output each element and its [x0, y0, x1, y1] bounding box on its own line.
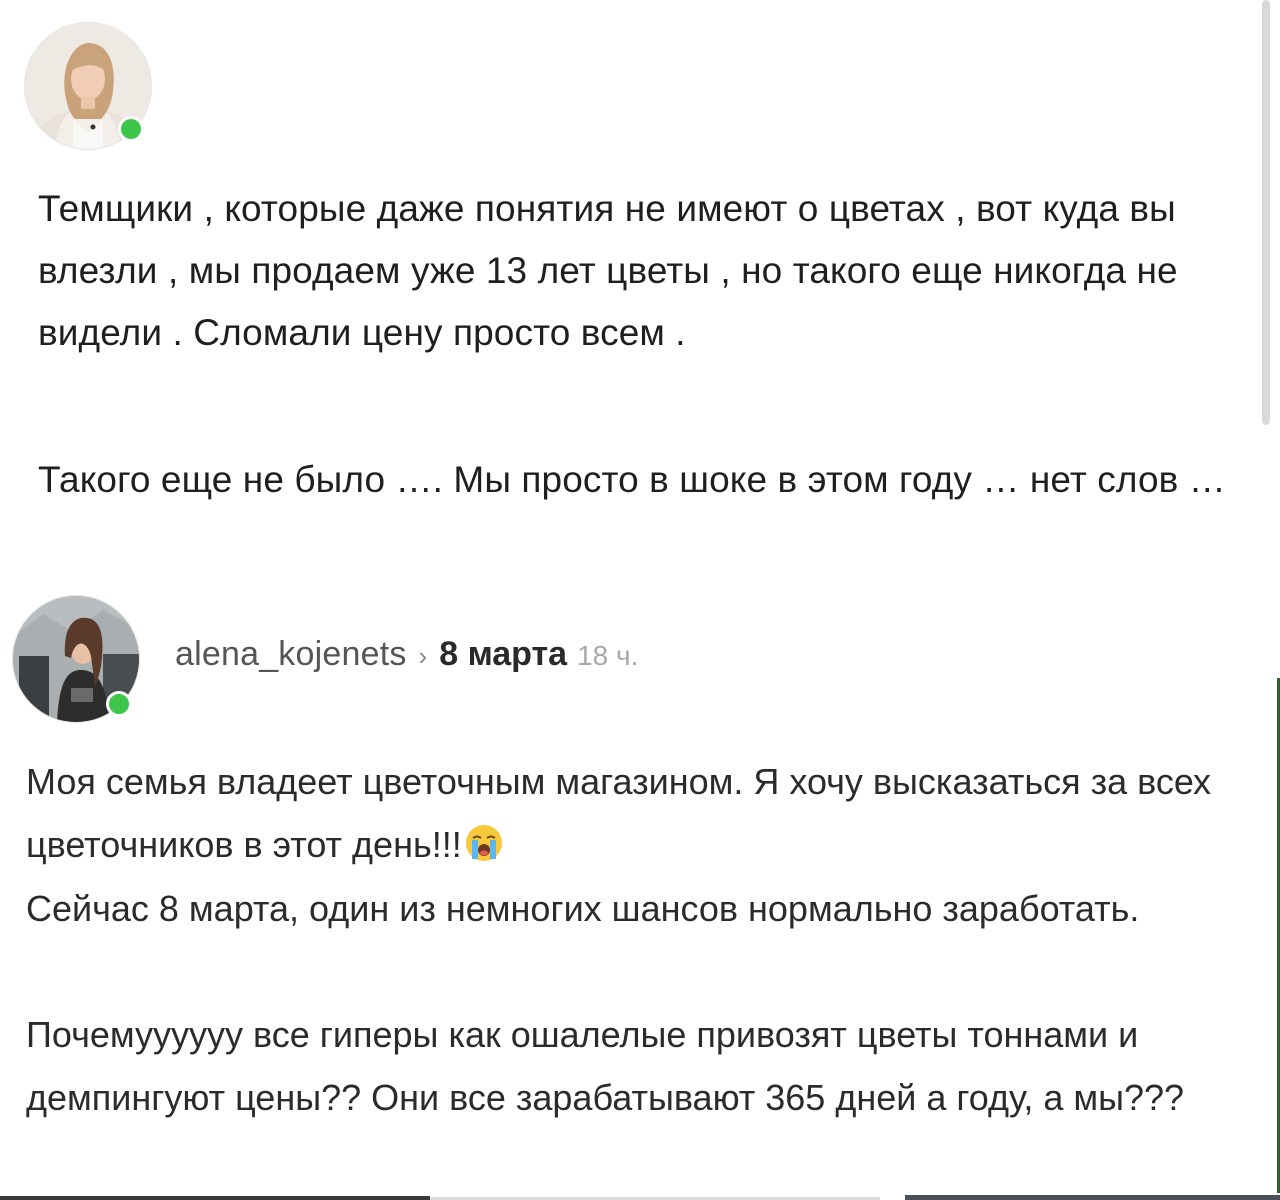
screenshot-collage: Темщики , которые даже понятия не имеют … [0, 0, 1280, 1200]
post-text-paragraph-2: Такого еще не было …. Мы просто в шоке в… [38, 459, 1226, 500]
comment-text-paragraph-1: Моя семья владеет цветочным магазином. Я… [26, 750, 1266, 882]
online-status-dot [106, 691, 132, 717]
post-card-2: alena_kojenets › 8 марта 18 ч. Моя семья… [0, 585, 1278, 1200]
comment-meta: alena_kojenets › 8 марта 18 ч. [175, 635, 638, 679]
username-link[interactable]: alena_kojenets [175, 635, 407, 674]
post-card-1: Темщики , которые даже понятия не имеют … [0, 0, 1262, 585]
post-date: 8 марта [439, 635, 568, 673]
scrollbar-track[interactable] [1262, 0, 1270, 425]
loudly-crying-face-icon [464, 819, 504, 882]
comment-text: Моя семья владеет цветочным магазином. Я… [26, 761, 1212, 865]
bottom-edge [0, 1193, 1280, 1200]
edge-segment [0, 1196, 430, 1200]
comment-text-paragraph-3: Почемуууууу все гиперы как ошалелые прив… [26, 1014, 1185, 1118]
chevron-right-icon: › [418, 641, 428, 671]
edge-segment [905, 1195, 1280, 1200]
comment-text-paragraph-2: Сейчас 8 марта, один из немногих шансов … [26, 888, 1140, 929]
online-status-dot [118, 116, 144, 142]
time-ago: 18 ч. [577, 640, 639, 671]
post-text-paragraph-1: Темщики , которые даже понятия не имеют … [38, 188, 1178, 353]
